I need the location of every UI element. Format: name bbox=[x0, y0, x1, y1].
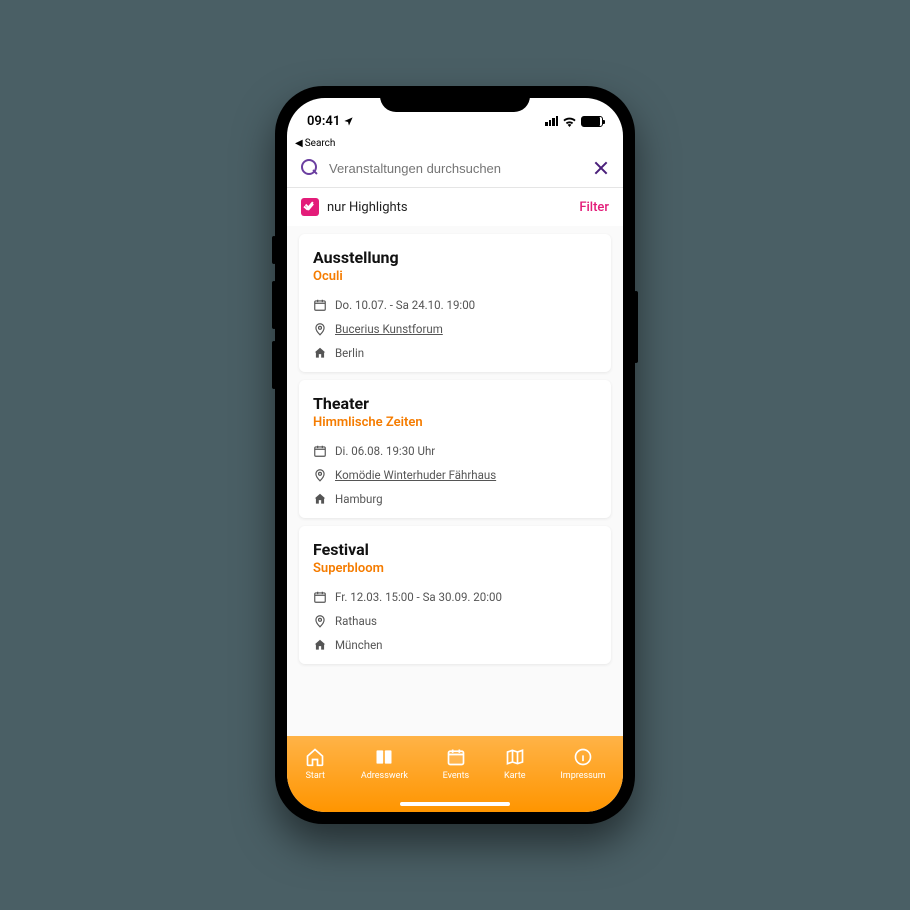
event-title: Superbloom bbox=[313, 561, 597, 576]
event-venue[interactable]: Bucerius Kunstforum bbox=[335, 322, 443, 336]
nav-events[interactable]: Events bbox=[443, 746, 470, 781]
event-venue[interactable]: Komödie Winterhuder Fährhaus bbox=[335, 468, 496, 482]
event-category: Ausstellung bbox=[313, 248, 597, 267]
screen: 09:41 ◀ Search nur Highlights Filter bbox=[287, 98, 623, 812]
event-date: Do. 10.07. - Sa 24.10. 19:00 bbox=[335, 298, 475, 312]
status-time: 09:41 bbox=[307, 114, 340, 129]
back-chevron-icon: ◀ bbox=[295, 138, 303, 149]
event-city: München bbox=[335, 638, 383, 652]
event-date: Fr. 12.03. 15:00 - Sa 30.09. 20:00 bbox=[335, 590, 502, 604]
checkbox-label: nur Highlights bbox=[327, 200, 408, 215]
search-icon[interactable] bbox=[301, 159, 319, 177]
nav-start[interactable]: Start bbox=[304, 746, 326, 781]
nav-impressum[interactable]: Impressum bbox=[560, 746, 605, 781]
nav-label: Start bbox=[306, 771, 325, 781]
checkbox-icon bbox=[301, 198, 319, 216]
event-date: Di. 06.08. 19:30 Uhr bbox=[335, 444, 435, 458]
location-arrow-icon bbox=[343, 116, 354, 127]
event-list[interactable]: Ausstellung Oculi Do. 10.07. - Sa 24.10.… bbox=[287, 226, 623, 736]
calendar-icon bbox=[313, 590, 327, 604]
calendar-icon bbox=[313, 444, 327, 458]
home-indicator[interactable] bbox=[400, 802, 510, 806]
highlights-checkbox[interactable]: nur Highlights bbox=[301, 198, 408, 216]
search-bar bbox=[287, 153, 623, 188]
back-search[interactable]: ◀ Search bbox=[287, 138, 623, 153]
event-card[interactable]: Ausstellung Oculi Do. 10.07. - Sa 24.10.… bbox=[299, 234, 611, 372]
cellular-icon bbox=[545, 116, 558, 126]
map-icon bbox=[504, 746, 526, 768]
event-title: Himmlische Zeiten bbox=[313, 415, 597, 430]
home-icon bbox=[304, 746, 326, 768]
battery-icon bbox=[581, 116, 603, 127]
calendar-icon bbox=[313, 298, 327, 312]
event-category: Theater bbox=[313, 394, 597, 413]
phone-frame: 09:41 ◀ Search nur Highlights Filter bbox=[275, 86, 635, 824]
filter-row: nur Highlights Filter bbox=[287, 188, 623, 226]
home-icon bbox=[313, 638, 327, 652]
calendar-icon bbox=[445, 746, 467, 768]
nav-label: Events bbox=[443, 771, 470, 781]
nav-label: Adresswerk bbox=[361, 771, 408, 781]
event-city: Hamburg bbox=[335, 492, 383, 506]
search-input[interactable] bbox=[329, 161, 583, 176]
nav-adresswerk[interactable]: Adresswerk bbox=[361, 746, 408, 781]
event-card[interactable]: Theater Himmlische Zeiten Di. 06.08. 19:… bbox=[299, 380, 611, 518]
event-title: Oculi bbox=[313, 269, 597, 284]
wifi-icon bbox=[562, 116, 577, 127]
event-city: Berlin bbox=[335, 346, 364, 360]
pin-icon bbox=[313, 322, 327, 336]
home-icon bbox=[313, 346, 327, 360]
filter-button[interactable]: Filter bbox=[579, 200, 609, 215]
nav-karte[interactable]: Karte bbox=[504, 746, 526, 781]
notch bbox=[380, 86, 530, 112]
event-category: Festival bbox=[313, 540, 597, 559]
book-icon bbox=[373, 746, 395, 768]
event-venue: Rathaus bbox=[335, 614, 377, 628]
pin-icon bbox=[313, 468, 327, 482]
info-icon bbox=[572, 746, 594, 768]
home-icon bbox=[313, 492, 327, 506]
bottom-nav: Start Adresswerk Events Karte Impressum bbox=[287, 736, 623, 812]
clear-search-icon[interactable] bbox=[593, 160, 609, 176]
event-card[interactable]: Festival Superbloom Fr. 12.03. 15:00 - S… bbox=[299, 526, 611, 664]
back-label: Search bbox=[305, 138, 336, 149]
nav-label: Impressum bbox=[560, 771, 605, 781]
nav-label: Karte bbox=[504, 771, 526, 781]
pin-icon bbox=[313, 614, 327, 628]
